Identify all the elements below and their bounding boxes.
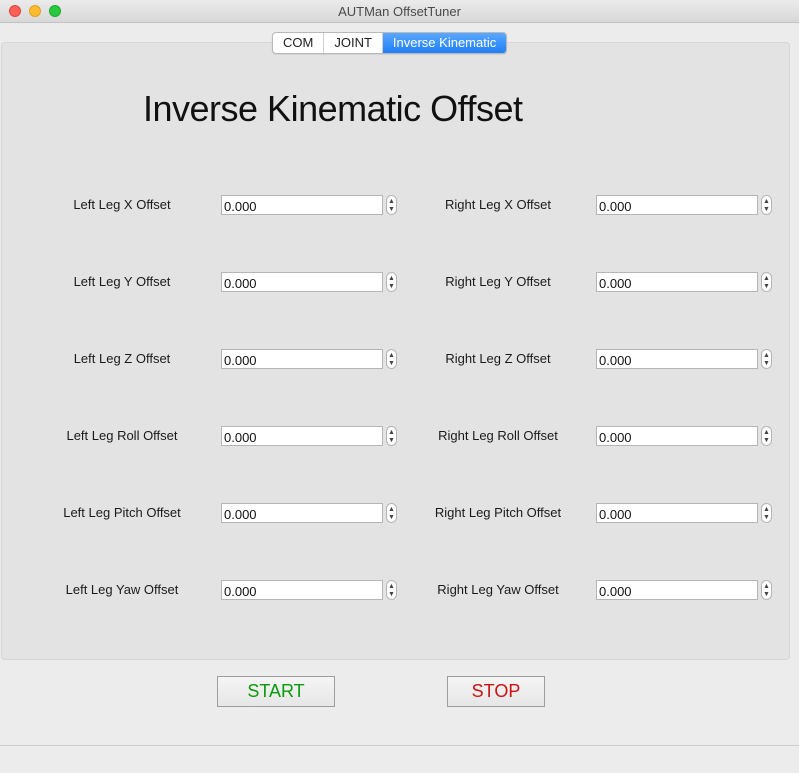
title-bar[interactable]: AUTMan OffsetTuner [0,0,799,23]
left-leg-y-offset-label: Left Leg Y Offset [73,274,171,289]
stop-button[interactable]: STOP [447,676,545,707]
right-leg-yaw-offset-input[interactable] [596,580,758,600]
start-button[interactable]: START [217,676,335,707]
stepper-down-icon[interactable]: ▼ [387,436,396,445]
left-leg-yaw-offset-label: Left Leg Yaw Offset [65,582,179,597]
tab-joint[interactable]: JOINT [324,33,383,53]
left-leg-roll-offset-input[interactable] [221,426,383,446]
right-leg-y-offset-label: Right Leg Y Offset [445,274,551,289]
right-leg-x-offset-input[interactable] [596,195,758,215]
stepper-down-icon[interactable]: ▼ [762,513,771,522]
stepper-down-icon[interactable]: ▼ [762,436,771,445]
status-bar [0,745,799,773]
tab-com[interactable]: COM [273,33,325,53]
stepper-down-icon[interactable]: ▼ [387,513,396,522]
tab-inverse-kinematic[interactable]: Inverse Kinematic [382,33,507,53]
stepper-down-icon[interactable]: ▼ [762,590,771,599]
stepper-down-icon[interactable]: ▼ [387,590,396,599]
right-leg-z-offset-stepper[interactable]: ▲ ▼ [761,349,772,369]
left-leg-x-offset-label: Left Leg X Offset [73,197,171,212]
left-leg-x-offset-input[interactable] [221,195,383,215]
left-leg-y-offset-input[interactable] [221,272,383,292]
page-title: Inverse Kinematic Offset [143,88,523,129]
stepper-down-icon[interactable]: ▼ [762,205,771,214]
left-leg-yaw-offset-stepper[interactable]: ▲ ▼ [386,580,397,600]
left-leg-roll-offset-label: Left Leg Roll Offset [66,428,178,443]
left-leg-z-offset-label: Left Leg Z Offset [73,351,171,366]
right-leg-pitch-offset-label: Right Leg Pitch Offset [434,505,562,520]
stepper-down-icon[interactable]: ▼ [762,282,771,291]
right-leg-roll-offset-label: Right Leg Roll Offset [438,428,558,443]
right-leg-y-offset-stepper[interactable]: ▲ ▼ [761,272,772,292]
right-leg-z-offset-input[interactable] [596,349,758,369]
left-leg-z-offset-stepper[interactable]: ▲ ▼ [386,349,397,369]
right-leg-x-offset-stepper[interactable]: ▲ ▼ [761,195,772,215]
stepper-down-icon[interactable]: ▼ [762,359,771,368]
left-leg-y-offset-stepper[interactable]: ▲ ▼ [386,272,397,292]
left-leg-x-offset-stepper[interactable]: ▲ ▼ [386,195,397,215]
right-leg-roll-offset-stepper[interactable]: ▲ ▼ [761,426,772,446]
right-leg-roll-offset-input[interactable] [596,426,758,446]
stepper-down-icon[interactable]: ▼ [387,282,396,291]
left-leg-pitch-offset-stepper[interactable]: ▲ ▼ [386,503,397,523]
left-leg-yaw-offset-input[interactable] [221,580,383,600]
window-title: AUTMan OffsetTuner [338,4,461,19]
app-window: AUTMan OffsetTuner COM JOINT Inverse Kin… [0,0,799,773]
right-leg-z-offset-label: Right Leg Z Offset [445,351,551,366]
left-leg-pitch-offset-input[interactable] [221,503,383,523]
left-leg-roll-offset-stepper[interactable]: ▲ ▼ [386,426,397,446]
left-leg-z-offset-input[interactable] [221,349,383,369]
right-leg-yaw-offset-label: Right Leg Yaw Offset [437,582,559,597]
stepper-down-icon[interactable]: ▼ [387,205,396,214]
right-leg-pitch-offset-input[interactable] [596,503,758,523]
right-leg-x-offset-label: Right Leg X Offset [445,197,551,212]
right-leg-pitch-offset-stepper[interactable]: ▲ ▼ [761,503,772,523]
right-leg-yaw-offset-stepper[interactable]: ▲ ▼ [761,580,772,600]
tab-bar: COM JOINT Inverse Kinematic [272,32,508,54]
left-leg-pitch-offset-label: Left Leg Pitch Offset [63,505,181,520]
right-leg-y-offset-input[interactable] [596,272,758,292]
stepper-down-icon[interactable]: ▼ [387,359,396,368]
